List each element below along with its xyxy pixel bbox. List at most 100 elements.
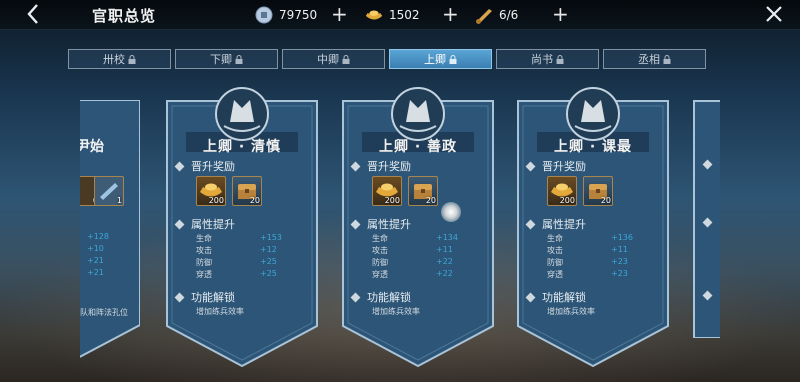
reward-item[interactable]: 200 (547, 176, 577, 206)
reward-section-title: 晋升奖励 (350, 158, 411, 174)
reward-item[interactable]: 20 (408, 176, 438, 206)
stat-value: +134 (436, 233, 458, 242)
coin-icon (255, 6, 273, 24)
stat-name: 穿透 (196, 270, 212, 279)
stamina-count: 6/6 (499, 8, 519, 22)
gold-ingot-icon (365, 10, 383, 20)
reward-item[interactable]: 20 (232, 176, 262, 206)
add-stamina-button[interactable]: + (552, 3, 569, 25)
diamond-icon (525, 219, 536, 229)
rank-card[interactable]: 上卿 · 善政 晋升奖励 200 20 属性提升 生命 +134 攻击 +11 … (342, 87, 494, 368)
rank-name: 上卿 · 课最 (553, 139, 633, 155)
coin-resource: 79750 (254, 5, 317, 25)
stat-name: 穿透 (547, 270, 563, 279)
tab-rank-0[interactable]: 卅校 (68, 49, 171, 69)
reward-item[interactable]: 200 (372, 176, 402, 206)
top-bar: 官职总览 79750 + 1502 + 6/6 + (0, 0, 800, 30)
lock-icon (342, 54, 350, 64)
lock-icon (128, 54, 136, 64)
coin-count: 79750 (279, 8, 318, 22)
section-label: 属性提升 (191, 218, 235, 231)
stat-value: +153 (260, 233, 282, 242)
reward-count: 20 (425, 196, 436, 205)
section-label: 晋升奖励 (542, 160, 586, 173)
section-label: 属性提升 (367, 218, 411, 231)
unlock-desc: 增加练兵效率 (547, 307, 595, 316)
rank-card-partial-left[interactable]: 尹始 0 1 +128 +10 +21 +21 队和阵法孔位 (80, 100, 140, 365)
unlock-desc: 增加练兵效率 (196, 307, 244, 316)
unlock-desc: 队和阵法孔位 (80, 308, 128, 317)
unlock-desc: 增加练兵效率 (372, 307, 420, 316)
stat-value: +10 (87, 244, 104, 253)
unlock-section-title: 功能解锁 (350, 289, 411, 305)
tab-rank-5[interactable]: 丞相 (603, 49, 706, 69)
add-coins-button[interactable]: + (331, 3, 348, 25)
reward-item[interactable]: 1 (94, 176, 124, 206)
stat-name: 攻击 (547, 246, 563, 255)
stat-value: +23 (611, 269, 628, 278)
stat-value: +22 (436, 257, 453, 266)
stat-name: 防御 (372, 258, 388, 267)
tab-rank-4[interactable]: 尚书 (496, 49, 599, 69)
rank-card[interactable]: 上卿 · 清慎 晋升奖励 200 20 属性提升 生命 +153 攻击 +12 … (166, 87, 318, 368)
tab-rank-3[interactable]: 上卿 (389, 49, 492, 69)
diamond-icon (350, 292, 361, 302)
gold-resource: 1502 (364, 5, 420, 25)
tab-rank-1[interactable]: 下卿 (175, 49, 278, 69)
scroll-icon (476, 9, 492, 24)
rank-name: 尹始 (80, 139, 104, 155)
stats-section-title: 属性提升 (350, 216, 411, 232)
reward-item[interactable]: 200 (196, 176, 226, 206)
stat-name: 穿透 (372, 270, 388, 279)
section-label: 晋升奖励 (191, 160, 235, 173)
diamond-icon (525, 161, 536, 171)
diamond-icon (350, 161, 361, 171)
reward-count: 1 (116, 196, 122, 205)
reward-count: 20 (249, 196, 260, 205)
gold-count: 1502 (389, 8, 420, 22)
stat-value: +21 (87, 256, 104, 265)
reward-count: 200 (384, 196, 400, 205)
tab-label: 中卿 (317, 53, 339, 66)
diamond-icon (174, 292, 185, 302)
section-label: 晋升奖励 (367, 160, 411, 173)
diamond-icon (174, 219, 185, 229)
tab-rank-2[interactable]: 中卿 (282, 49, 385, 69)
rank-card-partial-right[interactable] (693, 100, 720, 338)
add-gold-button[interactable]: + (442, 3, 459, 25)
unlock-section-title: 功能解锁 (174, 289, 235, 305)
stat-name: 防御 (196, 258, 212, 267)
section-label: 属性提升 (542, 218, 586, 231)
tab-label: 下卿 (210, 53, 232, 66)
diamond-icon (525, 292, 536, 302)
stat-value: +21 (87, 268, 104, 277)
stat-value: +128 (87, 232, 109, 241)
back-icon[interactable] (26, 3, 50, 27)
stat-value: +11 (436, 245, 453, 254)
tab-label: 卅校 (103, 53, 125, 66)
close-icon[interactable] (764, 4, 784, 24)
stats-section-title: 属性提升 (174, 216, 235, 232)
stat-value: +12 (260, 245, 277, 254)
reward-count: 200 (559, 196, 575, 205)
stat-value: +25 (260, 257, 277, 266)
tab-label: 上卿 (424, 53, 446, 66)
tab-label: 丞相 (638, 53, 660, 66)
diamond-icon (350, 219, 361, 229)
stat-name: 生命 (196, 234, 212, 243)
lock-icon (449, 54, 457, 64)
rank-card[interactable]: 上卿 · 课最 晋升奖励 200 20 属性提升 生命 +136 攻击 +11 … (517, 87, 669, 368)
rank-name: 上卿 · 清慎 (202, 139, 282, 155)
stat-value: +25 (260, 269, 277, 278)
stat-value: +136 (611, 233, 633, 242)
stat-name: 防御 (547, 258, 563, 267)
lock-icon (235, 54, 243, 64)
reward-item[interactable]: 20 (583, 176, 613, 206)
section-label: 功能解锁 (542, 291, 586, 304)
reward-count: 200 (208, 196, 224, 205)
rank-name: 上卿 · 善政 (378, 139, 458, 155)
section-label: 功能解锁 (191, 291, 235, 304)
reward-section-title: 晋升奖励 (525, 158, 586, 174)
stat-name: 生命 (372, 234, 388, 243)
section-label: 功能解锁 (367, 291, 411, 304)
